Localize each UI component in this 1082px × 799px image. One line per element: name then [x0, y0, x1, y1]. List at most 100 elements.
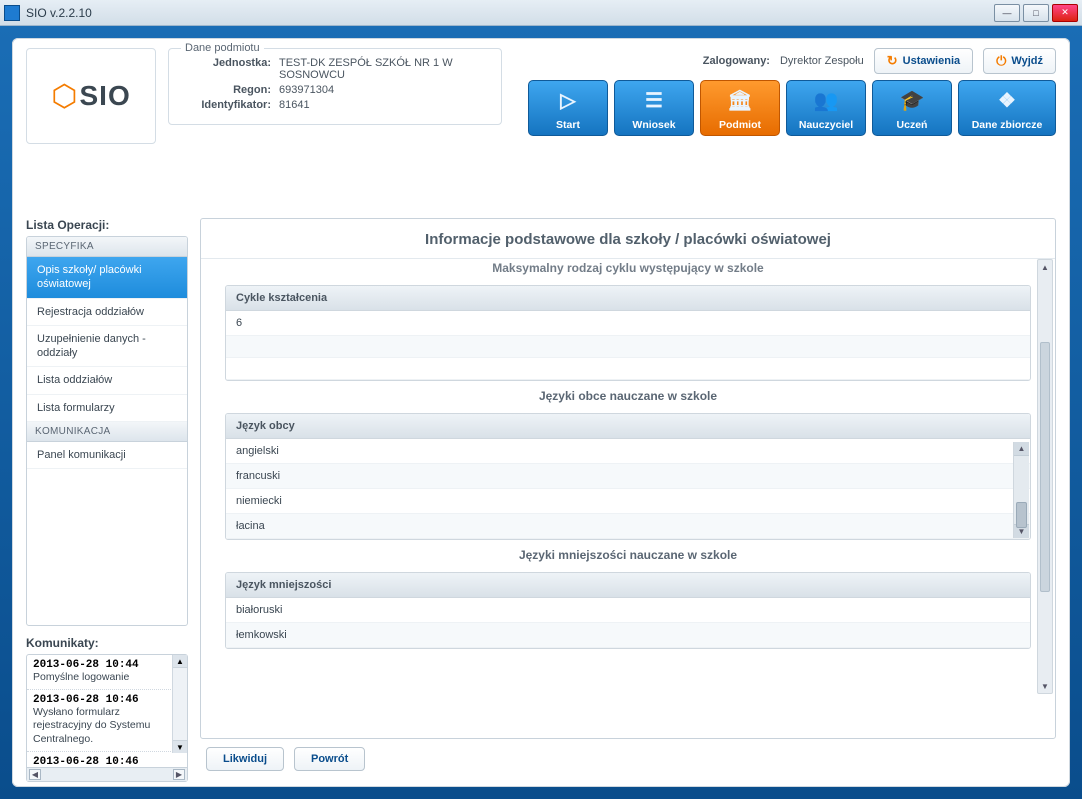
ops-item-opis-szkoly[interactable]: Opis szkoły/ placówki oświatowej: [27, 257, 187, 299]
message-text: Pomyślne logowanie: [33, 671, 181, 685]
scroll-left-icon[interactable]: ◀: [29, 769, 41, 780]
jednostka-label: Jednostka:: [181, 57, 271, 81]
table-row: angielski: [226, 439, 1030, 464]
nav-start[interactable]: ▷Start: [528, 80, 608, 136]
km-title: Komunikaty:: [26, 636, 188, 650]
titlebar: SIO v.2.2.10 — □ ✕: [0, 0, 1082, 26]
jednostka-value: TEST-DK ZESPÓŁ SZKÓŁ NR 1 W SOSNOWCU: [279, 57, 489, 81]
foreign-lang-header: Język obcy: [226, 414, 1030, 439]
scroll-up-icon[interactable]: ▲: [1014, 442, 1029, 456]
messages-vscrollbar[interactable]: ▲ ▼: [172, 655, 187, 753]
exit-label: Wyjdź: [1011, 55, 1043, 67]
inner-frame: ⬡ SIO Dane podmiotu Jednostka: TEST-DK Z…: [12, 38, 1070, 787]
header: ⬡ SIO Dane podmiotu Jednostka: TEST-DK Z…: [26, 48, 1056, 158]
foreign-lang-scrollbar[interactable]: ▲ ▼: [1013, 442, 1029, 538]
cycle-table: Cykle kształcenia 6: [225, 285, 1031, 381]
left-column: Lista Operacji: SPECYFIKA Opis szkoły/ p…: [26, 218, 188, 773]
message-timestamp: 2013-06-28 10:44: [33, 659, 181, 671]
close-button[interactable]: ✕: [1052, 4, 1078, 22]
exit-button[interactable]: ⏻ Wyjdź: [983, 48, 1056, 74]
scroll-up-icon[interactable]: ▲: [173, 655, 187, 668]
entity-fieldset: Dane podmiotu Jednostka: TEST-DK ZESPÓŁ …: [168, 48, 502, 125]
table-row: [226, 358, 1030, 380]
power-icon: ⏻: [996, 53, 1006, 69]
main-vscrollbar[interactable]: ▲ ▼: [1037, 259, 1053, 694]
auth-label: Zalogowany:: [703, 55, 770, 67]
logo-text: SIO: [79, 80, 130, 112]
message-item: 2013-06-28 10:46 Sprawdzono status: [27, 752, 187, 767]
auth-row: Zalogowany: Dyrektor Zespołu ↻ Ustawieni…: [703, 48, 1056, 74]
settings-label: Ustawienia: [903, 55, 960, 67]
teacher-icon: 👥: [814, 81, 839, 119]
message-item: 2013-06-28 10:44 Pomyślne logowanie: [27, 655, 187, 690]
logo-icon: ⬡: [51, 79, 77, 114]
nav-uczen[interactable]: 🎓Uczeń: [872, 80, 952, 136]
maximize-button[interactable]: □: [1023, 4, 1049, 22]
settings-button[interactable]: ↻ Ustawienia: [874, 48, 973, 74]
minority-lang-header: Język mniejszości: [226, 573, 1030, 598]
table-row: niemiecki: [226, 489, 1030, 514]
table-row: francuski: [226, 464, 1030, 489]
scroll-right-icon[interactable]: ▶: [173, 769, 185, 780]
app-icon: [4, 5, 20, 21]
layers-icon: ❖: [998, 81, 1016, 119]
body: Lista Operacji: SPECYFIKA Opis szkoły/ p…: [26, 218, 1056, 773]
ops-list: SPECYFIKA Opis szkoły/ placówki oświatow…: [26, 236, 188, 626]
student-icon: 🎓: [900, 81, 925, 119]
likwiduj-button[interactable]: Likwiduj: [206, 747, 284, 771]
building-icon: 🏛: [727, 81, 752, 119]
ops-item-lista-oddzialow[interactable]: Lista oddziałów: [27, 367, 187, 394]
footer-buttons: Likwiduj Powrót: [200, 739, 1056, 773]
message-text: Wysłano formularz rejestracyjny do Syste…: [33, 706, 181, 747]
ops-item-panel-komunikacji[interactable]: Panel komunikacji: [27, 442, 187, 469]
main-panel: Informacje podstawowe dla szkoły / placó…: [200, 218, 1056, 739]
message-timestamp: 2013-06-28 10:46: [33, 694, 181, 706]
regon-value: 693971304: [279, 84, 334, 96]
scroll-up-icon[interactable]: ▲: [1038, 260, 1052, 274]
refresh-icon: ↻: [887, 53, 898, 69]
nav-podmiot[interactable]: 🏛Podmiot: [700, 80, 780, 136]
nav-dane-zbiorcze[interactable]: ❖Dane zbiorcze: [958, 80, 1056, 136]
ops-item-lista-formularzy[interactable]: Lista formularzy: [27, 395, 187, 422]
scroll-down-icon[interactable]: ▼: [173, 740, 187, 753]
powrot-button[interactable]: Powrót: [294, 747, 365, 771]
ident-label: Identyfikator:: [181, 99, 271, 111]
regon-label: Regon:: [181, 84, 271, 96]
table-row: łemkowski: [226, 623, 1030, 648]
nav-nauczyciel[interactable]: 👥Nauczyciel: [786, 80, 866, 136]
app-window: SIO v.2.2.10 — □ ✕ ⬡ SIO Dane podmiotu J…: [0, 0, 1082, 799]
ops-group-specyfika: SPECYFIKA: [27, 237, 187, 257]
message-item: 2013-06-28 10:46 Wysłano formularz rejes…: [27, 690, 187, 752]
main-nav: ▷Start ☰Wniosek 🏛Podmiot 👥Nauczyciel 🎓Uc…: [528, 80, 1056, 136]
auth-user: Dyrektor Zespołu: [780, 55, 864, 67]
play-icon: ▷: [560, 81, 575, 119]
content-area: Maksymalny rodzaj cyklu występujący w sz…: [201, 259, 1055, 738]
messages-box: 2013-06-28 10:44 Pomyślne logowanie 2013…: [26, 654, 188, 782]
window-controls: — □ ✕: [994, 4, 1078, 22]
ident-value: 81641: [279, 99, 310, 111]
section-max-cycle: Maksymalny rodzaj cyklu występujący w sz…: [225, 261, 1031, 275]
scroll-thumb[interactable]: [1016, 502, 1027, 528]
minimize-button[interactable]: —: [994, 4, 1020, 22]
ops-item-rejestracja[interactable]: Rejestracja oddziałów: [27, 299, 187, 326]
main-column: Informacje podstawowe dla szkoły / placó…: [200, 218, 1056, 773]
entity-legend: Dane podmiotu: [181, 42, 264, 54]
messages-scroll[interactable]: 2013-06-28 10:44 Pomyślne logowanie 2013…: [27, 655, 187, 767]
nav-wniosek[interactable]: ☰Wniosek: [614, 80, 694, 136]
message-timestamp: 2013-06-28 10:46: [33, 756, 181, 767]
minority-lang-table: Język mniejszości białoruski łemkowski: [225, 572, 1031, 649]
logo: ⬡ SIO: [26, 48, 156, 144]
stack-icon: ☰: [645, 81, 663, 119]
ops-title: Lista Operacji:: [26, 218, 188, 232]
scroll-down-icon[interactable]: ▼: [1038, 679, 1052, 693]
table-row: [226, 336, 1030, 358]
scroll-thumb[interactable]: [1040, 342, 1050, 592]
table-row: łacina: [226, 514, 1030, 539]
section-minority-lang: Języki mniejszości nauczane w szkole: [225, 548, 1031, 562]
outer-frame: ⬡ SIO Dane podmiotu Jednostka: TEST-DK Z…: [0, 26, 1082, 799]
section-foreign-lang: Języki obce nauczane w szkole: [225, 389, 1031, 403]
cycle-row: 6: [226, 311, 1030, 336]
main-title: Informacje podstawowe dla szkoły / placó…: [201, 219, 1055, 259]
ops-item-uzupelnienie[interactable]: Uzupełnienie danych - oddziały: [27, 326, 187, 368]
messages-hscrollbar[interactable]: ◀ ▶: [27, 767, 187, 781]
